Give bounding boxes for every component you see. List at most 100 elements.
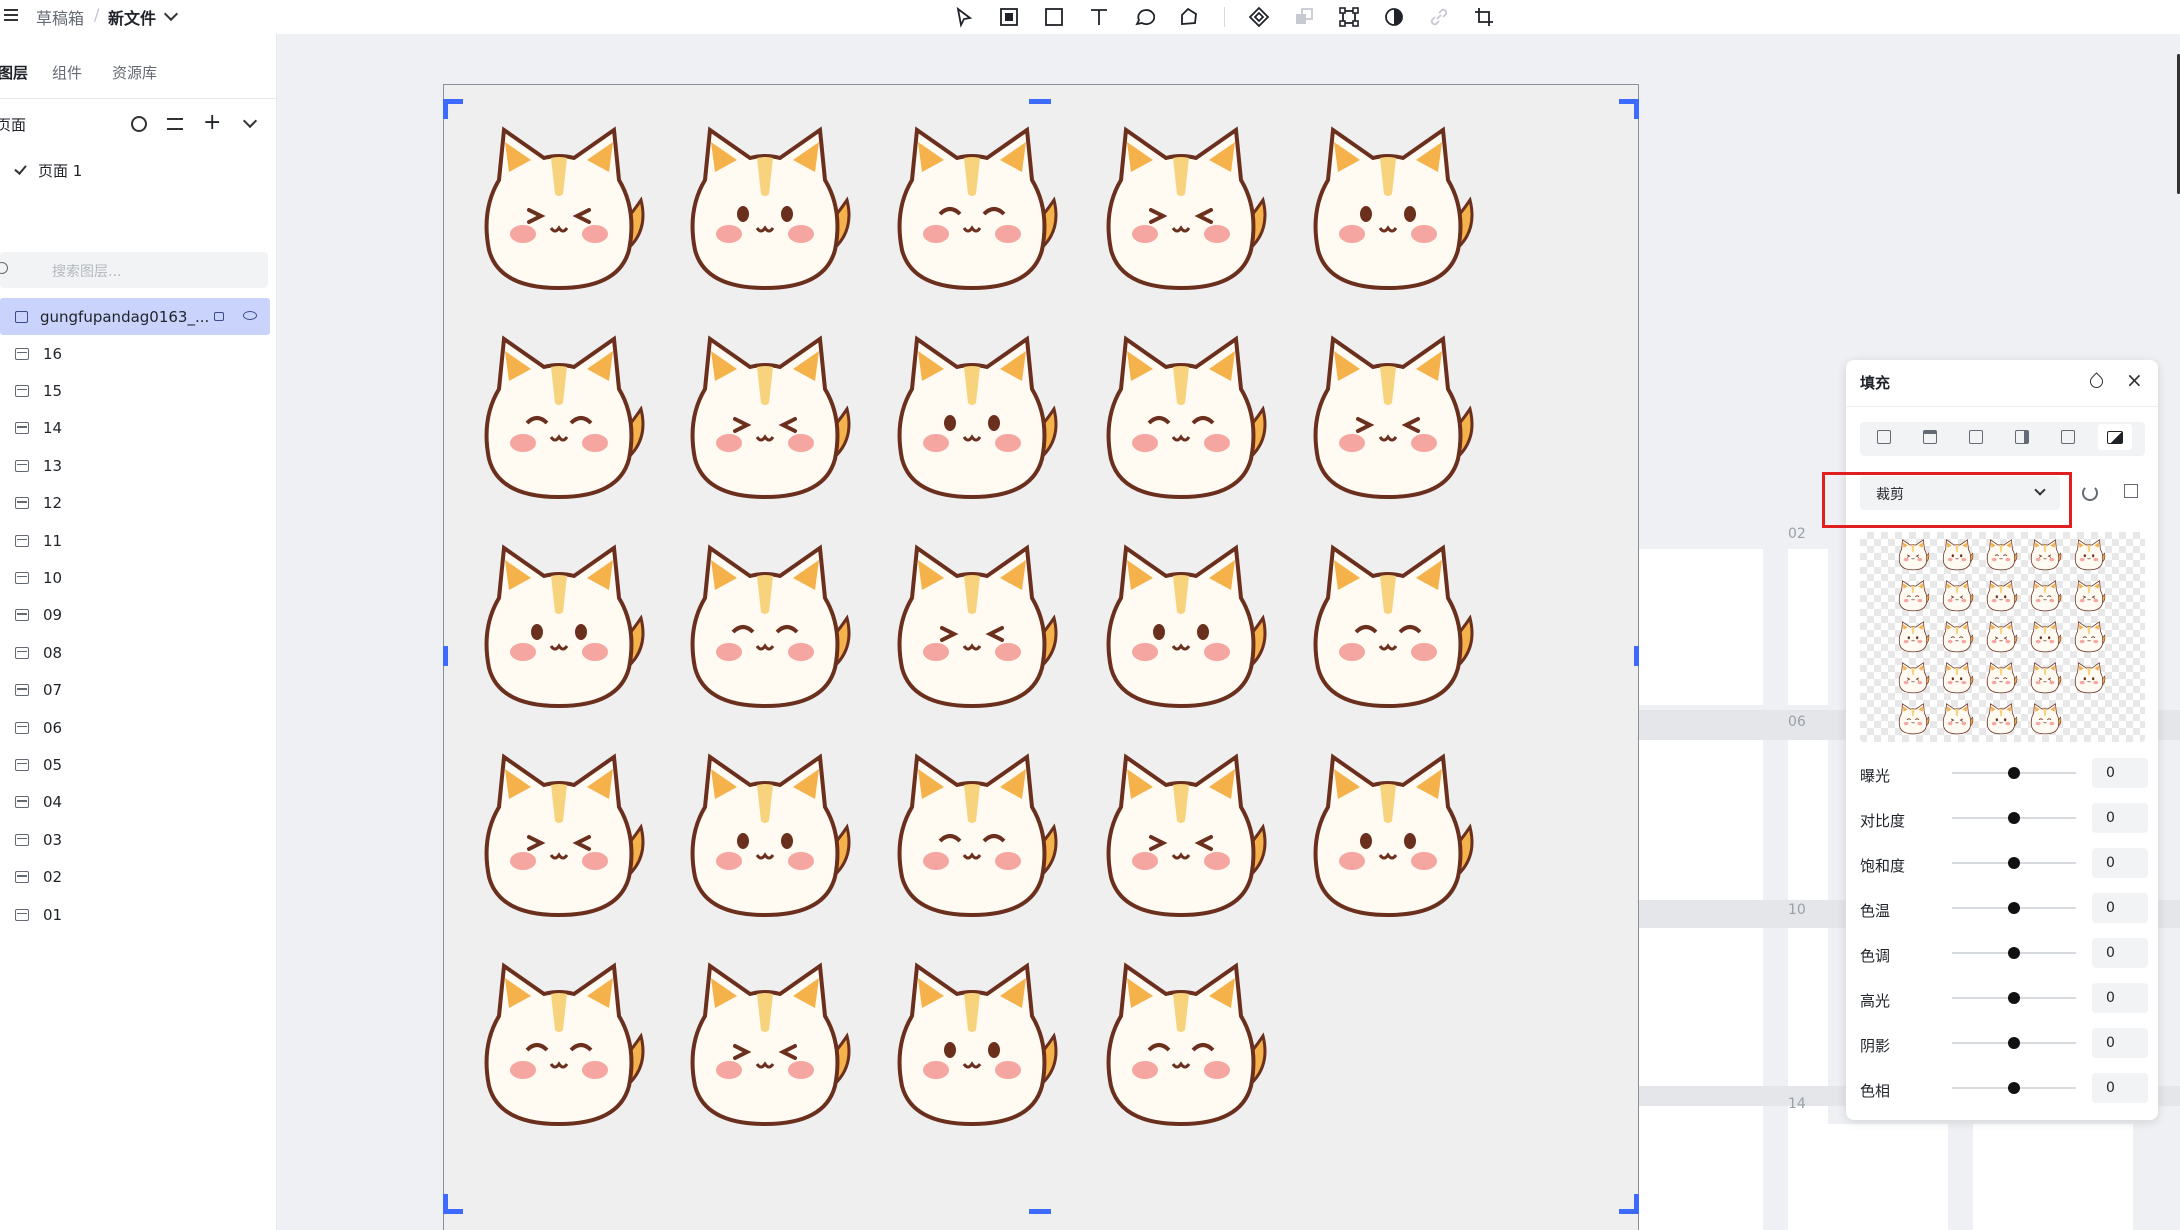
pen-tool-icon[interactable] xyxy=(1175,4,1203,30)
sticker-sheet-image[interactable] xyxy=(443,84,1639,1230)
adjustment-value-input[interactable]: 0 xyxy=(2092,893,2148,923)
frame-tool-icon[interactable] xyxy=(995,4,1023,30)
radial-gradient-tab[interactable] xyxy=(1964,426,1988,448)
slider-knob[interactable] xyxy=(2008,767,2020,779)
resize-handle-top-right[interactable] xyxy=(1634,99,1639,119)
text-tool-icon[interactable] xyxy=(1085,4,1113,30)
slider-knob[interactable] xyxy=(2008,857,2020,869)
component-icon[interactable] xyxy=(1245,4,1273,30)
page-item-1[interactable]: 页面 1 xyxy=(38,160,82,181)
layer-row[interactable]: 16 xyxy=(0,335,270,372)
layer-row[interactable]: 05 xyxy=(0,746,270,783)
add-page-icon[interactable]: + xyxy=(203,110,221,135)
cat-thumbnail xyxy=(2026,536,2064,574)
resize-handle-bottom-left[interactable] xyxy=(443,1209,463,1214)
layer-row[interactable]: 04 xyxy=(0,784,270,821)
adjustment-value-input[interactable]: 0 xyxy=(2092,983,2148,1013)
layer-row[interactable]: 14 xyxy=(0,410,270,447)
droplet-icon[interactable] xyxy=(2087,372,2106,391)
adjustment-value-input[interactable]: 0 xyxy=(2092,938,2148,968)
slider-knob[interactable] xyxy=(2008,992,2020,1004)
breadcrumb-folder[interactable]: 草稿箱 xyxy=(36,5,84,29)
sort-icon[interactable] xyxy=(167,118,183,130)
diamond-gradient-tab[interactable] xyxy=(2056,426,2080,448)
lock-icon[interactable] xyxy=(214,312,224,321)
slider-knob[interactable] xyxy=(2008,947,2020,959)
cat-thumbnail xyxy=(1982,618,2020,656)
frame[interactable] xyxy=(1788,1124,1948,1230)
resize-handle-top[interactable] xyxy=(1029,99,1051,104)
frame[interactable] xyxy=(1973,1124,2133,1230)
image-preview[interactable] xyxy=(1860,532,2145,742)
layer-row[interactable]: 07 xyxy=(0,672,270,709)
layer-row[interactable]: 12 xyxy=(0,485,270,522)
slider-knob[interactable] xyxy=(2008,1082,2020,1094)
frame-icon xyxy=(15,833,29,846)
tab-components[interactable]: 组件 xyxy=(52,62,82,83)
layer-row[interactable]: 09 xyxy=(0,597,270,634)
frame-icon xyxy=(15,384,29,397)
layer-name: 08 xyxy=(43,643,63,662)
ellipse-tool-icon[interactable] xyxy=(1130,4,1158,30)
angular-gradient-tab[interactable] xyxy=(2010,426,2034,448)
cat-thumbnail xyxy=(1894,659,1932,697)
boolean-icon[interactable] xyxy=(1290,4,1318,30)
eye-icon[interactable] xyxy=(243,311,257,320)
adjustment-value-input[interactable]: 0 xyxy=(2092,1073,2148,1103)
layer-row[interactable]: 06 xyxy=(0,709,270,746)
menu-icon[interactable] xyxy=(4,9,18,23)
layer-name: 03 xyxy=(43,830,63,849)
pointer-tool-icon[interactable] xyxy=(950,4,978,30)
layer-search[interactable]: 搜索图层... xyxy=(0,252,268,288)
adjustment-label: 阴影 xyxy=(1860,1037,1891,1055)
layer-row[interactable]: 10 xyxy=(0,559,270,596)
crop-icon[interactable] xyxy=(1470,4,1498,30)
layer-row[interactable]: 08 xyxy=(0,634,270,671)
search-input[interactable]: 搜索图层... xyxy=(52,261,121,281)
resize-handle-right[interactable] xyxy=(1634,646,1639,666)
mask-icon[interactable] xyxy=(1380,4,1408,30)
adjustment-value-input[interactable]: 0 xyxy=(2092,1028,2148,1058)
cat-sticker xyxy=(872,946,1072,1146)
file-name[interactable]: 新文件 xyxy=(108,5,156,29)
frame-icon xyxy=(15,796,29,809)
transform-icon[interactable] xyxy=(1335,4,1363,30)
tab-assets[interactable]: 资源库 xyxy=(112,62,157,83)
rotate-icon[interactable] xyxy=(2082,485,2098,501)
slider-knob[interactable] xyxy=(2008,1037,2020,1049)
tab-layers[interactable]: 图层 xyxy=(0,62,28,83)
slider-knob[interactable] xyxy=(2008,902,2020,914)
adjustment-value-input[interactable]: 0 xyxy=(2092,848,2148,878)
adjustment-value-input[interactable]: 0 xyxy=(2092,758,2148,788)
frame-icon xyxy=(15,534,29,547)
layer-row[interactable]: 01 xyxy=(0,896,270,933)
resize-handle-bottom-right[interactable] xyxy=(1619,1209,1639,1214)
solid-fill-tab[interactable] xyxy=(1872,426,1896,448)
frame[interactable] xyxy=(1788,740,1828,900)
adjustment-value-input[interactable]: 0 xyxy=(2092,803,2148,833)
layer-row[interactable]: 11 xyxy=(0,522,270,559)
resize-handle-left[interactable] xyxy=(443,646,448,666)
collapse-chevron-icon[interactable] xyxy=(242,113,258,129)
rectangle-tool-icon[interactable] xyxy=(1040,4,1068,30)
frame[interactable] xyxy=(1788,549,1828,705)
search-icon[interactable] xyxy=(131,116,147,132)
layer-row[interactable]: 13 xyxy=(0,447,270,484)
close-icon[interactable]: × xyxy=(2126,368,2143,392)
resize-handle-bottom[interactable] xyxy=(1029,1209,1051,1214)
expand-icon[interactable] xyxy=(2124,484,2138,498)
selected-layer-row[interactable]: gungfupandag0163_... xyxy=(0,298,270,335)
slider-knob[interactable] xyxy=(2008,812,2020,824)
frame-label: 14 xyxy=(1788,1096,1806,1112)
layer-row[interactable]: 03 xyxy=(0,821,270,858)
link-icon[interactable] xyxy=(1425,4,1453,30)
chevron-down-icon[interactable] xyxy=(163,6,179,22)
layer-name: 12 xyxy=(43,494,63,513)
resize-handle-top-left[interactable] xyxy=(443,99,448,119)
image-fill-tab[interactable] xyxy=(2098,424,2132,450)
layer-row[interactable]: 15 xyxy=(0,372,270,409)
layer-row[interactable]: 02 xyxy=(0,859,270,896)
cat-sticker xyxy=(1288,319,1488,519)
linear-gradient-tab[interactable] xyxy=(1918,426,1942,448)
frame-icon xyxy=(15,497,29,510)
